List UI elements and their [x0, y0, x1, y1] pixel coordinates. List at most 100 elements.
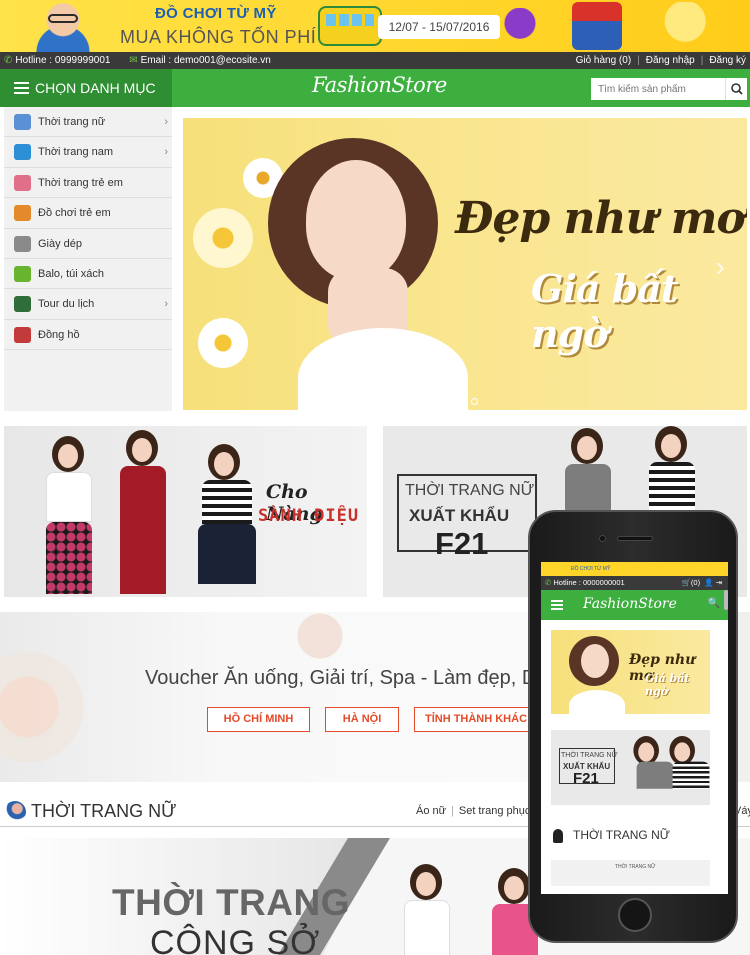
voucher-title: Voucher Ăn uống, Giải trí, Spa - Làm đẹp…	[145, 667, 537, 689]
chevron-right-icon: ›	[164, 298, 168, 311]
scrollbar[interactable]	[724, 590, 728, 610]
mobile-cart[interactable]: (0)	[691, 578, 700, 587]
banner-line2: CÔNG SỞ	[150, 924, 321, 955]
sidebar-item[interactable]: Đồng hồ	[4, 320, 172, 351]
main-header: CHỌN DANH MỤC FashionStore	[0, 69, 750, 107]
banner-line1: THỜI TRANG	[112, 882, 350, 923]
voucher-button-other[interactable]: TỈNH THÀNH KHÁC	[414, 707, 538, 732]
site-logo[interactable]: FashionStore	[312, 73, 447, 97]
mail-icon: ✉	[129, 55, 138, 66]
search-icon	[731, 83, 743, 95]
mobile-hero-subline: Giá bất ngờ	[645, 672, 690, 698]
model-image	[198, 444, 256, 594]
toy-truck-image	[660, 2, 744, 50]
toy-bus-image	[318, 6, 382, 46]
shirt-icon	[14, 144, 31, 161]
mobile-section-title: THỜI TRANG NỮ	[573, 828, 670, 842]
sidebar-item[interactable]: Giày dép	[4, 229, 172, 259]
search-button[interactable]	[725, 78, 747, 100]
voucher-button-hcm[interactable]: HỒ CHÍ MINH	[207, 707, 310, 732]
slider-dot[interactable]	[471, 398, 478, 405]
category-menu-button[interactable]: CHỌN DANH MỤC	[0, 69, 172, 107]
sidebar-item-label: Balo, túi xách	[38, 267, 105, 280]
hero-headline: Đẹp như mơ	[455, 193, 746, 244]
mobile-info-bar: ✆ Hotline : 0000000001 🛒(0) 👤 ⇥	[541, 576, 728, 590]
mobile-screen: ĐỒ CHƠI TỪ MỸ ✆ Hotline : 0000000001 🛒(0…	[541, 562, 728, 894]
user-icon[interactable]: 👤	[704, 578, 713, 587]
model-image	[118, 430, 168, 595]
hotline-text: Hotline : 0999999001	[15, 55, 111, 66]
info-bar: ✆ Hotline : 0999999001 ✉ Email : demo001@e…	[0, 52, 750, 69]
hero-slider[interactable]: Đẹp như mơ Giá bất ngờ ›	[183, 118, 747, 410]
home-button[interactable]	[618, 898, 652, 932]
shoe-icon	[14, 235, 31, 252]
sidebar-item-label: Thời trang nữ	[38, 116, 106, 128]
section-link[interactable]: Áo nữ	[416, 805, 446, 817]
hamburger-icon	[14, 82, 29, 94]
cart-icon[interactable]: 🛒	[682, 578, 691, 587]
mobile-logo[interactable]: FashionStore	[583, 596, 677, 612]
slider-dots	[445, 392, 484, 410]
category-label: CHỌN DANH MỤC	[35, 80, 156, 96]
woman-icon	[4, 801, 26, 823]
sidebar-item-label: Đồ chơi trẻ em	[38, 207, 111, 220]
search-box	[591, 78, 747, 100]
sidebar-item[interactable]: Thời trang trẻ em	[4, 168, 172, 199]
section-links: Áo nữ|Set trang phục Váy	[416, 805, 750, 817]
chevron-right-icon[interactable]: ›	[716, 251, 725, 283]
promo-line2: MUA KHÔNG TỐN PHÍ	[120, 27, 317, 47]
sidebar-item-label: Giày dép	[38, 237, 83, 250]
sidebar-item-label: Thời trang nam	[38, 146, 114, 159]
toy-robot-image	[572, 2, 622, 50]
sidebar-item-label: Tour du lịch	[38, 298, 95, 311]
sidebar-item[interactable]: Thời trang nữ ›	[4, 107, 172, 138]
promo-line1: ĐỒ CHƠI TỪ MỸ	[155, 5, 277, 22]
promo-date: 12/07 - 15/07/2016	[378, 15, 500, 39]
cart-link[interactable]: Giỏ hàng (0)	[576, 55, 632, 66]
register-link[interactable]: Đăng ký	[709, 55, 746, 66]
slider-dot[interactable]	[445, 398, 452, 405]
search-input[interactable]	[591, 78, 723, 100]
mobile-promo: ĐỒ CHƠI TỪ MỸ	[541, 562, 728, 576]
tile-right-line3: F21	[435, 526, 489, 561]
tile-right-line2: XUẤT KHẨU	[409, 506, 510, 525]
login-icon[interactable]: ⇥	[716, 578, 722, 587]
chevron-right-icon: ›	[164, 146, 168, 159]
toy-icon	[14, 205, 31, 222]
search-icon[interactable]: 🔍	[708, 598, 720, 609]
login-link[interactable]: Đăng nhập	[646, 55, 695, 66]
page: ĐỒ CHƠI TỪ MỸ MUA KHÔNG TỐN PHÍ 12/07 - …	[0, 0, 750, 955]
sidebar-item-label: Đồng hồ	[38, 328, 80, 341]
promo-tile-cho-nang[interactable]: Cho Nàng SÀNH ĐIỆU	[4, 426, 367, 597]
sidebar-item[interactable]: Tour du lịch ›	[4, 289, 172, 320]
sidebar-item[interactable]: Đồ chơi trẻ em	[4, 198, 172, 229]
hero-model-image	[268, 118, 468, 410]
email-text: Email : demo001@ecosite.vn	[140, 55, 271, 66]
mobile-header: FashionStore 🔍	[541, 590, 728, 620]
section-title: THỜI TRANG NỮ	[31, 801, 177, 821]
bag-icon	[14, 265, 31, 282]
mobile-strip-text: THỜI TRANG NỮ	[615, 864, 656, 870]
sidebar-item[interactable]: Thời trang nam ›	[4, 137, 172, 168]
slider-dot[interactable]	[458, 398, 465, 405]
sidebar-item-label: Thời trang trẻ em	[38, 176, 123, 189]
voucher-button-hanoi[interactable]: HÀ NỘI	[325, 707, 399, 732]
section-link[interactable]: Set trang phục	[459, 805, 531, 817]
mobile-hotline: Hotline : 0000000001	[553, 578, 625, 587]
dress-icon	[553, 829, 563, 843]
mobile-tile[interactable]: THỜI TRANG NỮ XUẤT KHẨU F21	[551, 730, 710, 805]
woman-icon	[14, 114, 31, 130]
mobile-preview-phone: ĐỒ CHƠI TỪ MỸ ✆ Hotline : 0000000001 🛒(0…	[528, 510, 738, 943]
mobile-strip[interactable]: THỜI TRANG NỮ	[551, 860, 710, 886]
hero-subline: Giá bất ngờ	[531, 266, 678, 356]
tile-right-line1: THỜI TRANG NỮ	[405, 482, 535, 499]
model-image	[402, 864, 472, 955]
hamburger-icon[interactable]	[551, 600, 563, 610]
mobile-hero[interactable]: Đẹp như mơ Giá bất ngờ	[551, 630, 710, 714]
sidebar-item[interactable]: Balo, túi xách	[4, 259, 172, 290]
category-sidebar: Thời trang nữ › Thời trang nam › Thời trang …	[4, 107, 172, 411]
promo-banner[interactable]: ĐỒ CHƠI TỪ MỸ MUA KHÔNG TỐN PHÍ 12/07 - …	[0, 0, 750, 52]
tour-icon	[14, 296, 31, 313]
chevron-right-icon: ›	[164, 116, 168, 128]
phone-icon: ✆	[4, 55, 13, 66]
